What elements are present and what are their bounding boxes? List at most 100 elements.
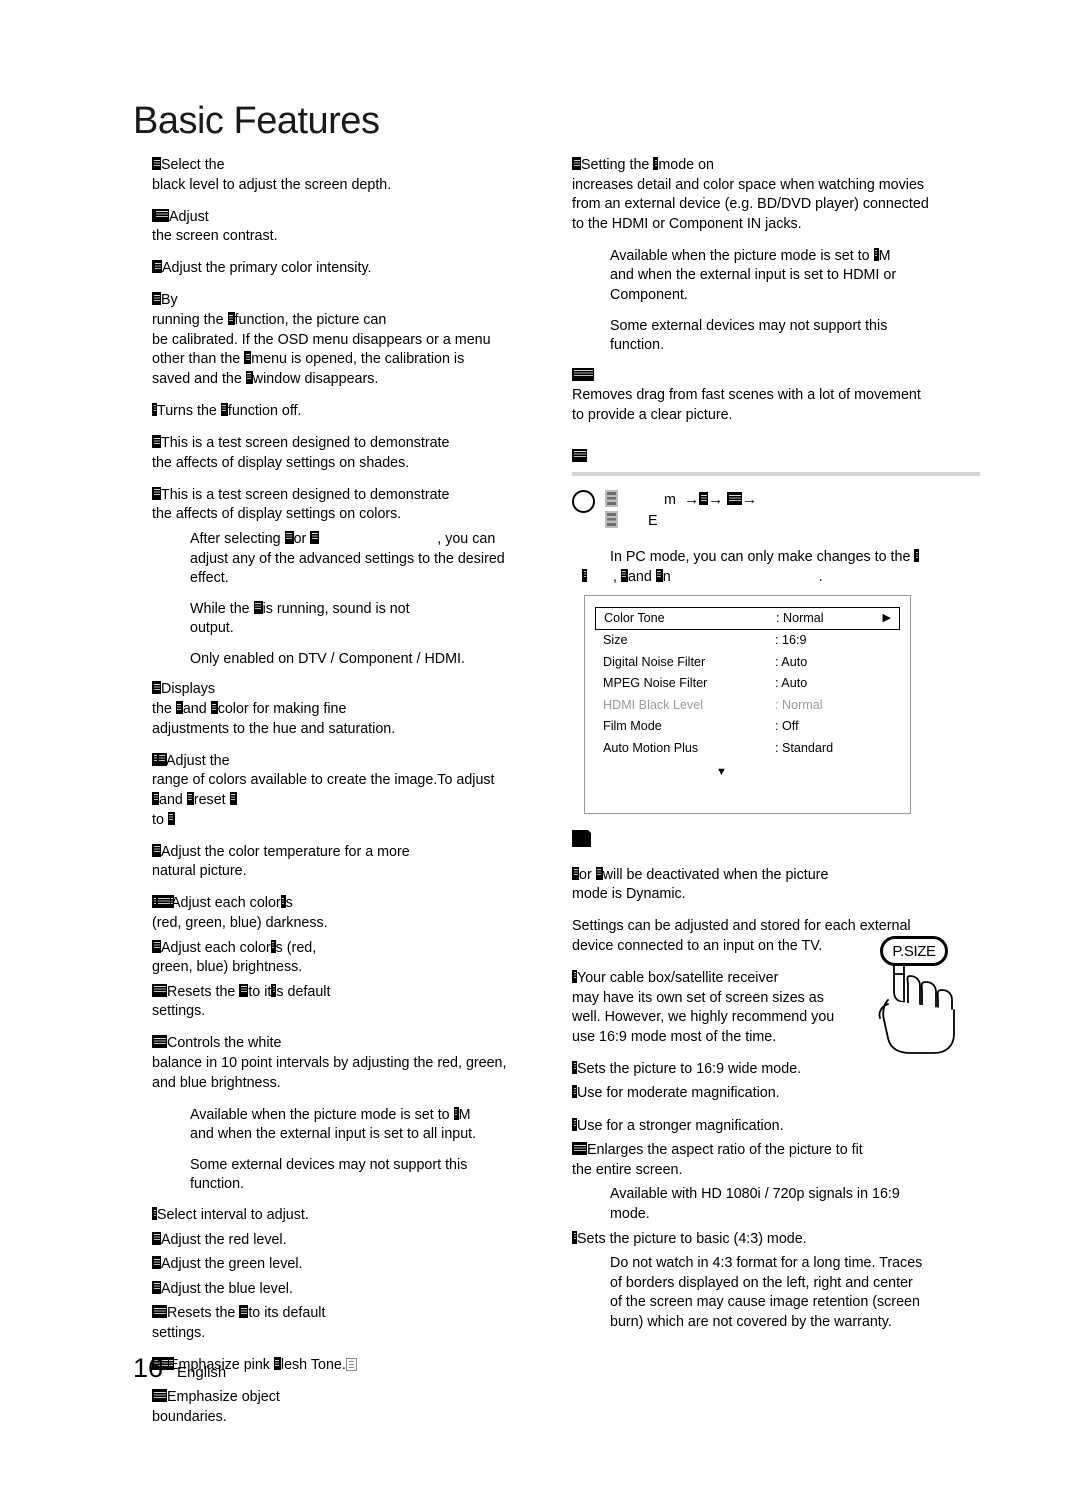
missing-glyph-icon — [153, 260, 162, 274]
note-dtv: Only enabled on DTV / Component / HDMI. — [190, 650, 465, 667]
missing-glyph-icon — [655, 568, 663, 582]
missing-glyph-icon — [572, 448, 587, 462]
note-hd-signals: Available with HD 1080i / 720p signals i… — [610, 1186, 900, 1222]
missing-glyph-icon — [873, 247, 879, 261]
missing-glyph-icon — [572, 866, 579, 880]
missing-glyph-icon — [572, 1142, 587, 1156]
section-header-screen-adjustment — [572, 448, 980, 468]
page-number: 16 — [133, 1353, 164, 1383]
osd-row-digital-noise-filter[interactable]: Digital Noise Filter : Auto — [595, 652, 900, 674]
block-screen-fit: Enlarges the aspect ratio of the picture… — [572, 1142, 863, 1178]
block-color: Adjust the primary color intensity. — [152, 259, 550, 279]
missing-glyph-icon — [152, 1207, 157, 1221]
missing-glyph-icon — [270, 939, 276, 953]
note-external-devices-2: Some external devices may not support th… — [610, 317, 888, 354]
arrow-icon: → — [679, 491, 700, 509]
osd-scroll-down-icon[interactable]: ▼ — [595, 763, 900, 783]
missing-glyph-icon — [572, 367, 594, 381]
missing-glyph-icon — [273, 1357, 281, 1371]
osd-row-mpeg-noise-filter[interactable]: MPEG Noise Filter : Auto — [595, 673, 900, 695]
block-calibration: By running the function, the picture can… — [152, 292, 491, 387]
missing-glyph-icon — [280, 895, 286, 909]
missing-glyph-icon — [152, 1231, 161, 1245]
arrow-icon: → — [742, 491, 758, 509]
osd-row-size[interactable]: Size : 16:9 — [595, 630, 900, 652]
pointing-hand-icon — [878, 953, 955, 1054]
missing-glyph-icon — [582, 568, 587, 582]
note-picture-mode: Available when the picture mode is set t… — [190, 1106, 477, 1143]
circle-bullet-icon — [572, 490, 595, 514]
missing-glyph-icon — [152, 486, 161, 500]
section-divider — [572, 472, 980, 477]
note-bullet-icon — [572, 829, 592, 847]
block-basic-4-3: Sets the picture to basic (4:3) mode. — [572, 1230, 980, 1250]
missing-glyph-icon — [572, 1230, 577, 1244]
nav-path-line-1: m → → → — [605, 489, 757, 511]
missing-glyph-icon — [152, 292, 161, 306]
missing-glyph-icon — [914, 549, 920, 563]
block-cinema-mode: Setting the mode on increases detail and… — [572, 157, 929, 232]
psize-button[interactable]: P.SIZE — [880, 936, 948, 966]
missing-glyph-icon — [154, 208, 169, 222]
pc-mode-note: In PC mode, you can only make changes to… — [572, 548, 980, 587]
osd-row-film-mode[interactable]: Film Mode : Off — [595, 716, 900, 738]
missing-glyph-icon — [152, 1389, 167, 1403]
missing-glyph-icon — [284, 530, 294, 544]
calibration-line-4: other than the menu is opened, the calib… — [152, 351, 465, 368]
missing-glyph-icon — [699, 492, 709, 506]
block-color-space: Adjust the range of colors available to … — [152, 752, 495, 828]
psize-button-illustration: P.SIZE — [872, 936, 980, 1054]
block-ten-point-white-balance: Controls the white balance in 10 point i… — [152, 1035, 507, 1091]
block-deactivated-dynamic: or will be deactivated when the picture … — [572, 866, 829, 903]
missing-glyph-icon — [239, 1305, 249, 1319]
block-test-colors: This is a test screen designed to demons… — [152, 486, 450, 523]
missing-glyph-icon — [227, 312, 235, 326]
block-motion-judder: Removes drag from fast scenes with a lot… — [572, 367, 980, 426]
osd-row-auto-motion-plus[interactable]: Auto Motion Plus : Standard — [595, 738, 900, 760]
page-footer: 16 English — [133, 1353, 226, 1384]
block-contrast: Adjust the screen contrast. — [152, 208, 278, 245]
missing-glyph-icon — [572, 157, 581, 170]
page-title: Basic Features — [133, 100, 380, 142]
missing-glyph-icon — [572, 969, 577, 983]
missing-glyph-icon — [156, 895, 171, 909]
missing-glyph-icon — [572, 1060, 577, 1074]
missing-glyph-icon — [152, 435, 161, 449]
chevron-right-icon: ▶ — [882, 612, 891, 625]
block-zoom-1: Use for moderate magnification. — [572, 1084, 980, 1104]
block-rgb-offset: Adjust each color s (red, green, blue) da… — [152, 895, 328, 931]
manual-page: Basic Features Select the black level to… — [0, 0, 1080, 1494]
missing-glyph-icon — [572, 1117, 577, 1131]
osd-row-color-tone[interactable]: Color Tone : Normal ▶ — [595, 607, 900, 631]
note-after-selecting: After selecting or , you can adjust any … — [190, 530, 505, 587]
missing-glyph-icon — [605, 490, 618, 508]
missing-glyph-icon — [245, 370, 253, 384]
missing-glyph-icon — [572, 1085, 577, 1099]
missing-glyph-icon — [152, 1035, 167, 1049]
missing-glyph-icon — [152, 843, 161, 857]
missing-glyph-icon — [253, 600, 263, 614]
osd-row-hdmi-black-level: HDMI Black Level : Normal — [603, 697, 823, 712]
missing-glyph-icon — [152, 939, 161, 953]
block-reset-default-1: Resets the to it s default settings. — [152, 983, 331, 1020]
left-column: Select the black level to adjust the scr… — [152, 156, 550, 1440]
arrow-icon: → — [708, 491, 724, 509]
missing-glyph-icon — [152, 791, 159, 805]
missing-glyph-icon — [229, 791, 237, 805]
block-edge-enhancement: Emphasize object boundaries. — [152, 1389, 280, 1425]
missing-glyph-icon — [453, 1106, 459, 1120]
note-external-devices-1: Some external devices may not support th… — [190, 1156, 468, 1193]
note-cinema-available: Available when the picture mode is set t… — [610, 247, 897, 304]
block-displays-color: Displays the and color for making fine a… — [152, 681, 396, 737]
note-section-marker — [572, 829, 980, 854]
missing-glyph-icon — [152, 983, 167, 997]
missing-glyph-icon — [310, 530, 320, 544]
missing-glyph-icon — [220, 402, 228, 416]
right-column: Setting the mode on increases detail and… — [572, 156, 980, 1337]
missing-glyph-icon — [152, 681, 161, 695]
block-blue-level: Adjust the blue level. — [152, 1280, 550, 1300]
block-green-level: Adjust the green level. — [152, 1255, 550, 1275]
block-interval: Select interval to adjust. — [152, 1206, 550, 1226]
missing-glyph-icon — [152, 402, 157, 416]
missing-glyph-icon — [210, 701, 218, 715]
